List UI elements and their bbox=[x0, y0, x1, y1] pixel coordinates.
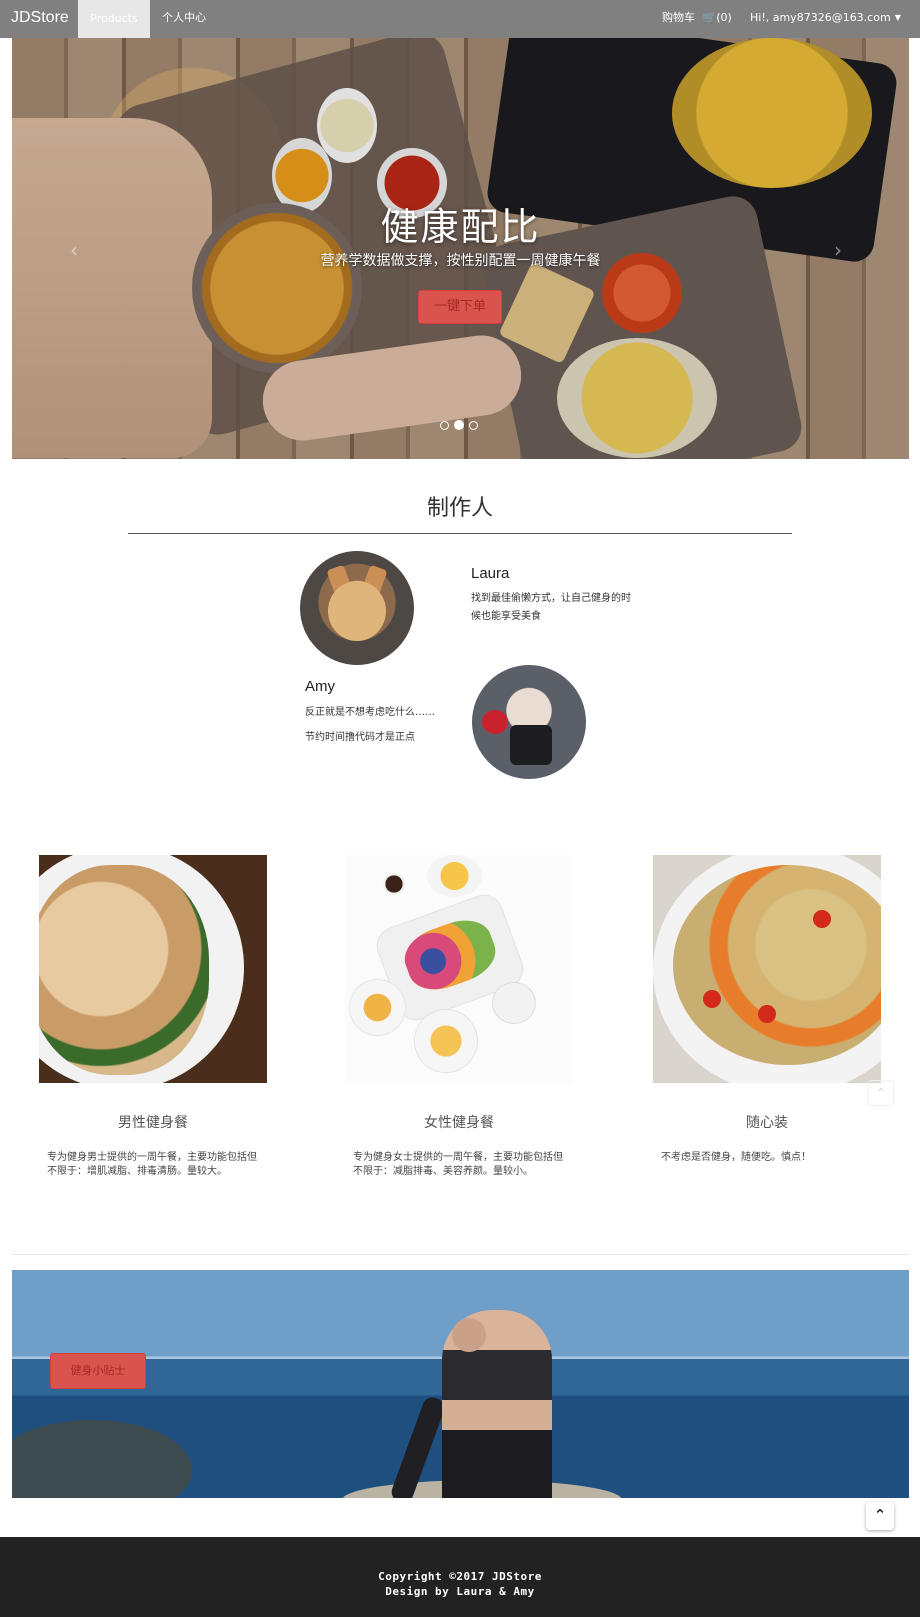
caret-down-icon: ▼ bbox=[894, 13, 901, 22]
chevron-up-icon: ⌃ bbox=[873, 1506, 887, 1524]
divider bbox=[12, 1254, 909, 1255]
product-title[interactable]: 男性健身餐 bbox=[39, 1112, 267, 1132]
divider bbox=[128, 533, 792, 534]
footer: Copyright ©2017 JDStore Design by Laura … bbox=[0, 1537, 920, 1617]
product-title[interactable]: 女性健身餐 bbox=[345, 1112, 573, 1132]
cart-label: 购物车 bbox=[662, 11, 695, 24]
fitness-banner: 健身小贴士 bbox=[12, 1270, 909, 1498]
user-menu[interactable]: Hi!, amy87326@163.com ▼ bbox=[750, 0, 901, 38]
carousel-dot[interactable] bbox=[440, 421, 449, 430]
footer-credit: Design by Laura & Amy bbox=[385, 1585, 535, 1598]
navbar: JDStore Products 个人中心 购物车 🛒(0) Hi!, amy8… bbox=[0, 0, 920, 38]
brand-logo[interactable]: JDStore bbox=[11, 9, 69, 27]
maker-name-amy: Amy bbox=[305, 678, 335, 695]
maker-name-laura: Laura bbox=[471, 565, 510, 582]
avatar-laura bbox=[300, 551, 414, 665]
carousel-indicators bbox=[440, 420, 478, 430]
user-greeting: Hi!, amy87326@163.com bbox=[750, 11, 891, 24]
product-title[interactable]: 随心装 bbox=[653, 1112, 881, 1132]
shopping-cart-icon: 🛒 bbox=[702, 11, 717, 24]
tab-products[interactable]: Products bbox=[78, 0, 150, 38]
carousel-dot[interactable] bbox=[469, 421, 478, 430]
carousel-dot-active[interactable] bbox=[454, 420, 464, 430]
maker-desc-amy: 节约时间撸代码才是正点 bbox=[305, 732, 415, 743]
product-desc: 专为健身女士提供的一周午餐，主要功能包括但不限于：减脂排毒、美容养颜。量较小。 bbox=[353, 1152, 563, 1177]
tab-personal-center[interactable]: 个人中心 bbox=[162, 0, 206, 38]
product-image-casual-meal[interactable] bbox=[653, 855, 881, 1083]
product-image-male-meal[interactable] bbox=[39, 855, 267, 1083]
makers-title: 制作人 bbox=[426, 496, 493, 521]
maker-desc-amy: 反正就是不想考虑吃什么…… bbox=[305, 707, 435, 718]
avatar-amy bbox=[472, 665, 586, 779]
maker-desc-laura: 找到最佳偷懒方式，让自己健身的时候也能享受美食 bbox=[471, 593, 631, 622]
back-to-top-button[interactable]: ⌃ bbox=[866, 1502, 894, 1530]
fitness-tips-button[interactable]: 健身小贴士 bbox=[50, 1353, 146, 1389]
hero-subtitle: 营养学数据做支撑，按性别配置一周健康午餐 bbox=[320, 253, 601, 269]
product-desc: 专为健身男士提供的一周午餐，主要功能包括但不限于：增肌减脂、排毒清肠。量较大。 bbox=[47, 1152, 257, 1177]
hero-carousel: ‹ › 健康配比 营养学数据做支撑，按性别配置一周健康午餐 一键下单 bbox=[12, 38, 909, 459]
footer-copyright: Copyright ©2017 JDStore bbox=[378, 1570, 542, 1583]
cart-link[interactable]: 购物车 🛒(0) bbox=[662, 0, 732, 38]
hero-title: 健康配比 bbox=[380, 205, 541, 249]
product-desc: 不考虑是否健身，随便吃。慎点！ bbox=[661, 1152, 811, 1163]
order-now-button[interactable]: 一键下单 bbox=[418, 290, 502, 324]
cart-count: (0) bbox=[716, 11, 732, 24]
product-image-female-meal[interactable] bbox=[345, 855, 573, 1083]
chevron-up-icon[interactable]: ⌃ bbox=[868, 1080, 894, 1106]
